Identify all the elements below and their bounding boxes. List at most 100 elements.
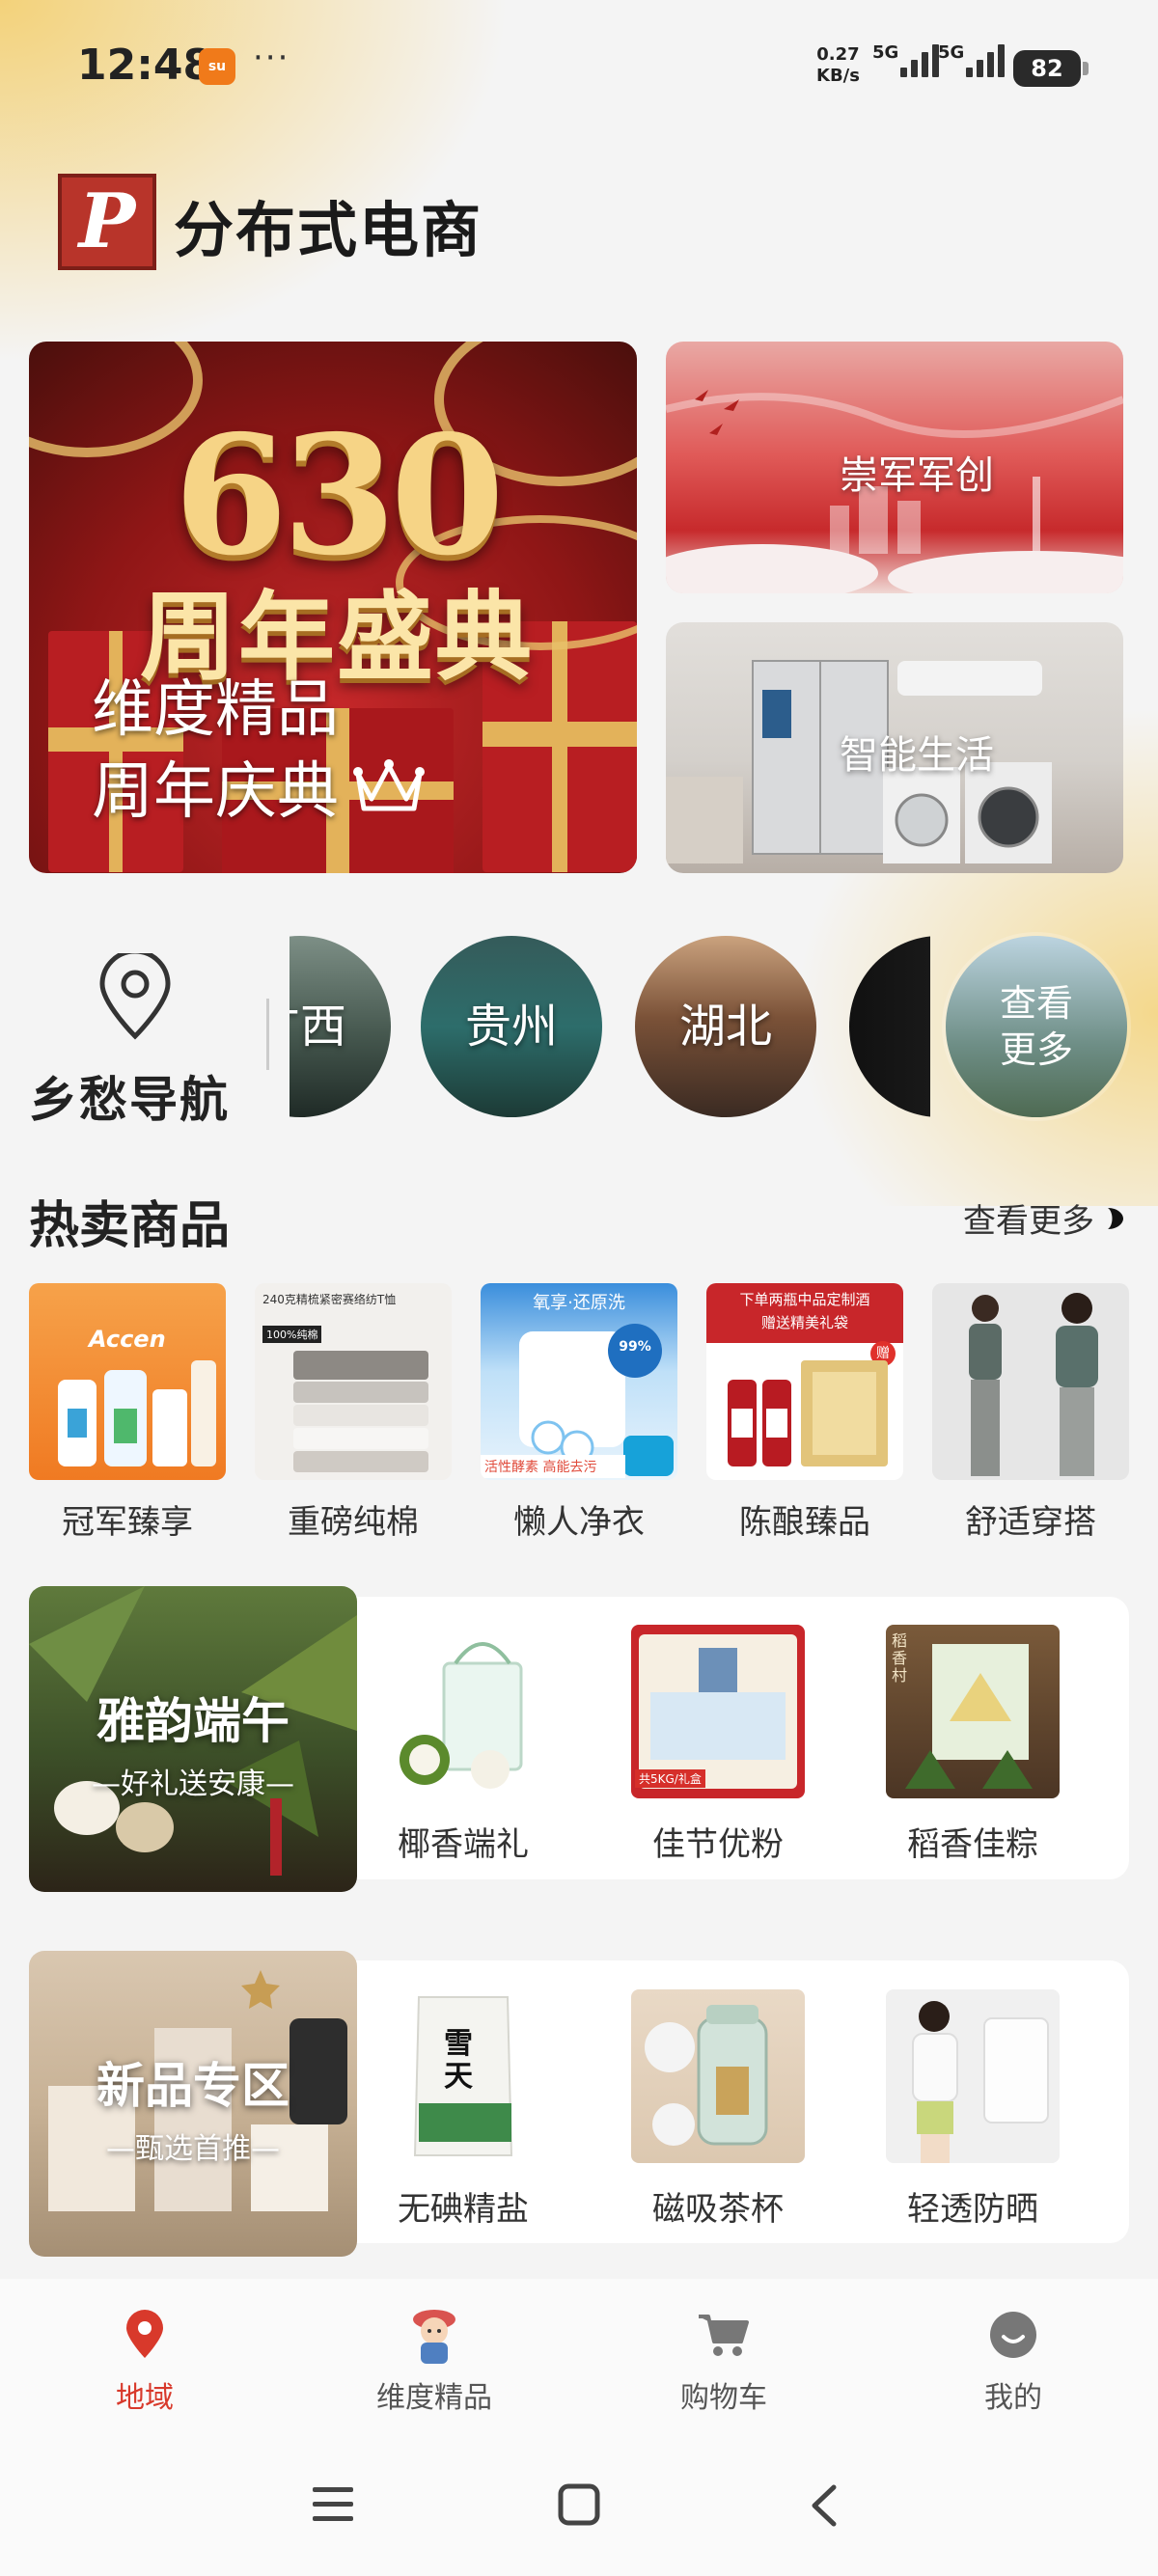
network-speed-unit: KB/s (816, 66, 860, 86)
nav-more-button[interactable]: 查看 更多 (946, 936, 1127, 1117)
product-brand: 雪天 (444, 2027, 473, 2094)
sun-jacket-model-illustration (912, 2001, 1049, 2163)
promo-item-label: 佳节优粉 (652, 1825, 784, 1864)
detergent-bottles-illustration (58, 1360, 216, 1466)
models-illustration (969, 1293, 1098, 1476)
signal-1: 5G (872, 42, 940, 77)
hot-more-label: 查看更多 (963, 1202, 1094, 1241)
promo-item-label: 稻香佳粽 (907, 1825, 1038, 1864)
promo-item-teacup[interactable]: 磁吸茶杯 (631, 1989, 805, 2229)
promo-item-image: 雪天 (376, 1989, 550, 2163)
signal-bars-icon (900, 42, 940, 77)
hot-item-apparel[interactable]: 舒适穿搭 (932, 1283, 1129, 1543)
promo-item-noodles[interactable]: 共5KG/礼盒 佳节优粉 (631, 1625, 805, 1864)
promo-dragonboat-card[interactable]: 雅韵端午 —好礼送安康— (29, 1586, 357, 1892)
tab-mine-label: 我的 (984, 2381, 1042, 2415)
nav-more-line2: 更多 (999, 1028, 1073, 1071)
app-title: 分布式电商 (174, 195, 483, 265)
hot-item-image: 氧享·还原洗 99% 活性酵素 高能去污 (481, 1283, 677, 1480)
tab-region[interactable]: 地域 (48, 2306, 241, 2416)
app-notification-icon: su (199, 48, 235, 85)
nav-more-line1: 查看 (999, 982, 1073, 1025)
promo-item-image (631, 1989, 805, 2163)
network-type-2: 5G (938, 42, 965, 63)
profile-icon (984, 2306, 1042, 2364)
coconut-gift-illustration (400, 1642, 523, 1789)
region-guangxi[interactable]: 广西 (290, 936, 391, 1117)
hot-item-label: 冠军臻享 (62, 1503, 193, 1542)
promo-item-salt[interactable]: 雪天 无碘精盐 (376, 1989, 550, 2229)
promo-item-label: 磁吸茶杯 (652, 2190, 784, 2229)
product-tag: 活性酵素 高能去污 (481, 1455, 625, 1478)
promo-dragonboat-title: 雅韵端午 (96, 1693, 290, 1749)
region-guizhou-label: 贵州 (464, 1000, 558, 1054)
promo-new-title: 新品专区 (96, 2058, 290, 2114)
location-icon (116, 2306, 174, 2364)
anniversary-banner[interactable]: 630 周年盛典 维度精品 周年庆典 (29, 342, 637, 873)
region-guizhou[interactable]: 贵州 (421, 936, 602, 1117)
banner-line1: 维度精品 (92, 674, 339, 746)
product-brand: 稻香村 (892, 1631, 908, 1685)
status-time: 12:48 (77, 41, 213, 90)
promo-new-card[interactable]: 新品专区 —甄选首推— (29, 1951, 357, 2257)
crown-icon (353, 759, 425, 811)
more-notifications-icon: ··· (253, 39, 290, 77)
region-shan[interactable]: 山 (849, 936, 930, 1117)
hot-item-laundry[interactable]: 氧享·还原洗 99% 活性酵素 高能去污 懒人净衣 (481, 1283, 677, 1543)
hot-item-label: 陈酿臻品 (739, 1503, 870, 1542)
tab-premium-label: 维度精品 (376, 2381, 492, 2415)
arrow-right-icon (1108, 1207, 1123, 1229)
signal-bars-icon (966, 42, 1006, 77)
back-icon[interactable] (807, 2483, 840, 2528)
hot-item-image: Accen (29, 1283, 226, 1480)
folded-shirts-illustration (293, 1351, 428, 1472)
promo-item-label: 椰香端礼 (398, 1825, 529, 1864)
tab-region-label: 地域 (116, 2381, 174, 2415)
region-hubei[interactable]: 湖北 (635, 936, 816, 1117)
hot-item-cotton[interactable]: 240克精梳紧密赛络纺T恤 100%纯棉 重磅纯棉 (255, 1283, 452, 1543)
promo-item-label: 轻透防晒 (907, 2190, 1038, 2229)
home-icon[interactable] (558, 2483, 600, 2526)
promo-item-label: 无碘精盐 (398, 2190, 529, 2229)
region-shan-image: 山 (849, 936, 930, 1117)
product-tag: 共5KG/礼盒 (635, 1769, 705, 1788)
military-banner-label: 崇军军创 (840, 453, 994, 498)
liquor-bottles-illustration (728, 1360, 888, 1466)
hot-item-image: 下单两瓶中品定制酒 赠送精美礼袋 赠 (706, 1283, 903, 1480)
tab-cart-label: 购物车 (680, 2381, 767, 2415)
hot-more-link[interactable]: 查看更多 (963, 1194, 1125, 1242)
hot-item-image (932, 1283, 1129, 1480)
promo-item-zongzi[interactable]: 稻香村 稻香佳粽 (886, 1625, 1060, 1864)
network-speed: 0.27 KB/s (816, 44, 860, 87)
cart-icon (695, 2306, 753, 2364)
region-guangxi-image: 广西 (290, 936, 391, 1117)
tab-mine[interactable]: 我的 (917, 2306, 1110, 2416)
military-banner[interactable]: 崇军军创 (666, 342, 1123, 593)
smart-life-banner[interactable]: 智能生活 (666, 622, 1123, 873)
teacup-illustration (645, 2005, 768, 2146)
nostalgia-nav-title: 乡愁导航 (29, 1071, 230, 1128)
hot-section-title: 热卖商品 (29, 1197, 231, 1255)
banner-line2: 周年庆典 (92, 756, 339, 828)
hot-item-image: 240克精梳紧密赛络纺T恤 100%纯棉 (255, 1283, 452, 1480)
promo-item-image (376, 1625, 550, 1798)
mascot-icon (405, 2306, 463, 2364)
promo-item-image: 共5KG/礼盒 (631, 1625, 805, 1798)
smart-life-banner-label: 智能生活 (840, 733, 994, 778)
promo-item-coconut[interactable]: 椰香端礼 (376, 1625, 550, 1864)
hot-item-label: 重磅纯棉 (288, 1503, 419, 1542)
promo-item-sunscreen-jacket[interactable]: 轻透防晒 (886, 1989, 1060, 2229)
promo-item-image (886, 1989, 1060, 2163)
promo-dragonboat-subtitle: —好礼送安康— (92, 1768, 294, 1801)
hot-item-champion[interactable]: Accen 冠军臻享 (29, 1283, 226, 1543)
hot-item-label: 舒适穿搭 (965, 1503, 1096, 1542)
menu-icon[interactable] (311, 2485, 355, 2524)
promo-new-subtitle: —甄选首推— (106, 2132, 280, 2166)
tab-cart[interactable]: 购物车 (627, 2306, 820, 2416)
battery-icon: 82 (1013, 50, 1089, 87)
tab-premium[interactable]: 维度精品 (338, 2306, 531, 2416)
hot-item-liquor[interactable]: 下单两瓶中品定制酒 赠送精美礼袋 赠 陈酿臻品 (706, 1283, 903, 1543)
hot-item-label: 懒人净衣 (513, 1503, 645, 1542)
nav-divider (266, 999, 269, 1070)
network-speed-value: 0.27 (816, 44, 860, 65)
